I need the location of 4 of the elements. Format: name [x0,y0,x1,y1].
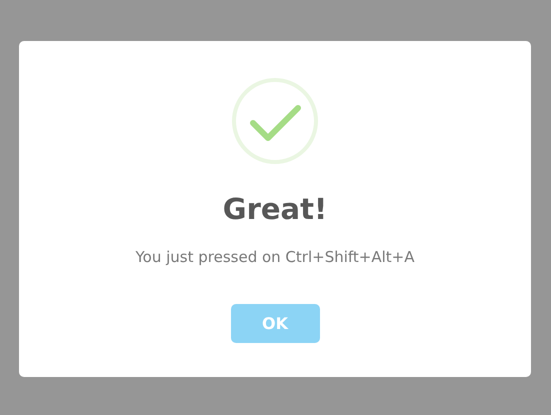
dialog-message: You just pressed on Ctrl+Shift+Alt+A [135,247,414,267]
ok-button[interactable]: OK [230,304,320,343]
dialog-title: Great! [222,191,328,227]
checkmark-icon [231,77,319,165]
